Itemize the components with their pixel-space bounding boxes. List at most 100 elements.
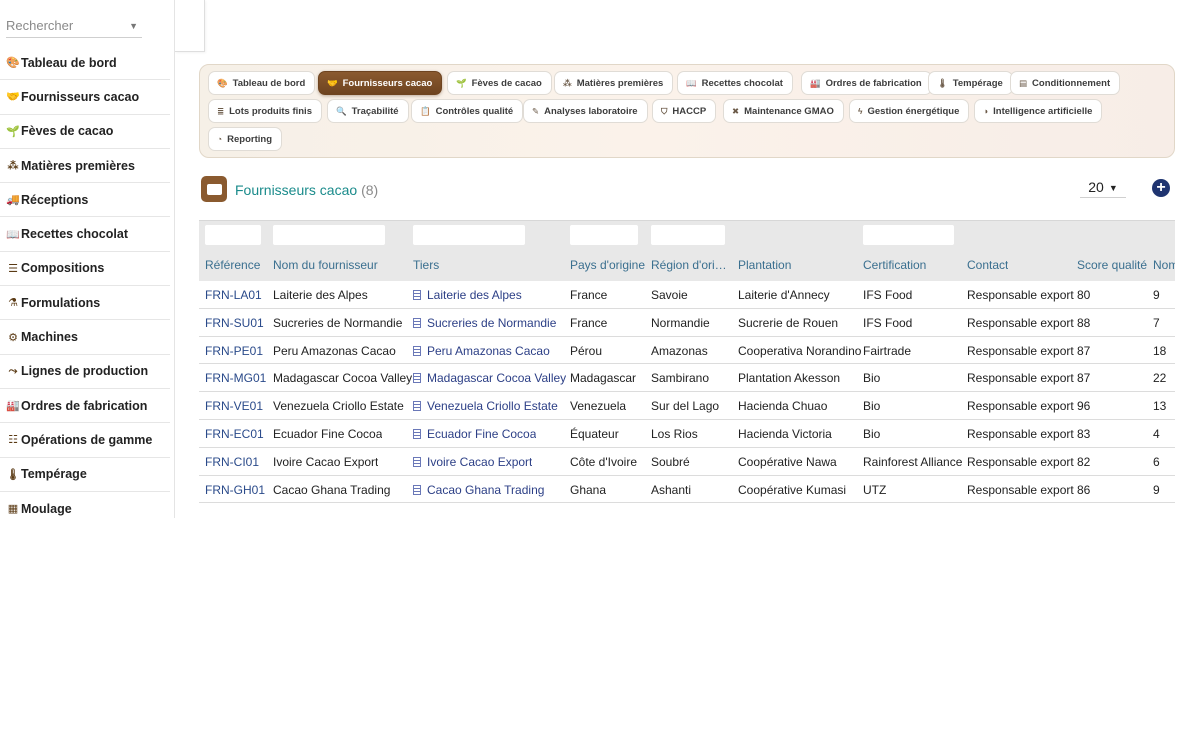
table-row[interactable]: FRN-PE01 Peru Amazonas Cacao Peru Amazonas… (199, 336, 1175, 365)
sidebar-item-receptions[interactable]: 🚚 Réceptions (0, 183, 170, 218)
table-row[interactable]: FRN-SU01 Sucreries de Normandie Sucreries … (199, 308, 1175, 337)
tiers-link[interactable]: Sucreries de Normandie (413, 316, 556, 330)
sidebar-item-dashboard[interactable]: 🎨 Tableau de bord (0, 46, 170, 81)
building-icon (413, 484, 421, 495)
column-filter-input[interactable] (273, 225, 385, 245)
table-row[interactable]: FRN-VE01 Venezuela Criollo Estate Venezuel… (199, 392, 1175, 420)
column-header[interactable]: Nom du fournisseur (273, 258, 378, 272)
cell-text: 13 (1153, 399, 1167, 414)
column-header[interactable]: Plantation (738, 258, 791, 272)
tiers-link[interactable]: Ecuador Fine Cocoa (413, 427, 536, 441)
tab-lab-analyses[interactable]: ✎ Analyses laboratoire (523, 99, 648, 123)
sidebar-item-routing-operations[interactable]: ☷ Opérations de gamme (0, 423, 170, 458)
tab-icon: ϟ (858, 106, 863, 116)
flask-icon: ⚗ (8, 297, 18, 310)
tab-cocoa-beans[interactable]: 🌱 Fèves de cacao (447, 71, 552, 95)
sidebar-item-machines[interactable]: ⚙ Machines (0, 320, 170, 355)
sidebar-item-label: Réceptions (21, 192, 89, 207)
table-cell: Responsable export (967, 455, 1074, 469)
tab-icon: 🎨 (217, 77, 228, 88)
page-title-text: Fournisseurs cacao (235, 182, 358, 198)
tab-maintenance[interactable]: ✖ Maintenance GMAO (723, 99, 844, 123)
column-header[interactable]: Tiers (413, 258, 439, 272)
column-filter-input[interactable] (863, 225, 954, 245)
cell-text: Venezuela (570, 399, 627, 414)
sidebar-item-compositions[interactable]: ☰ Compositions (0, 252, 170, 287)
column-header[interactable]: Pays d'origine (570, 258, 645, 272)
chevron-down-icon[interactable]: ▼ (129, 14, 138, 38)
tab-haccp[interactable]: ⛉ HACCP (652, 99, 717, 123)
tab-icon: 🤝 (327, 77, 338, 88)
suppliers-table: Référence Nom du fournisseur Tiers Pays d'o… (199, 220, 1175, 503)
tab-packaging[interactable]: ▤ Conditionnement (1010, 71, 1121, 95)
sidebar-item-label: Fournisseurs cacao (21, 89, 140, 104)
tab-ai[interactable]: ◑ Intelligence artificielle (974, 99, 1103, 123)
column-header[interactable]: Nom (1153, 258, 1175, 272)
reference-link[interactable]: FRN-GH01 (205, 483, 265, 497)
tab-production-orders[interactable]: 🏭 Ordres de fabrication (801, 71, 932, 95)
tab-label: Analyses laboratoire (544, 105, 638, 117)
column-filter-input[interactable] (570, 225, 638, 245)
tab-dashboard[interactable]: 🎨 Tableau de bord (208, 71, 316, 95)
reference-link[interactable]: FRN-SU01 (205, 316, 264, 330)
table-row[interactable]: FRN-CI01 Ivoire Cacao Export Ivoire Cacao … (199, 447, 1175, 476)
sidebar-item-raw-materials[interactable]: ⁂ Matières premières (0, 149, 170, 184)
cell-text: Venezuela Criollo Estate (427, 399, 558, 414)
table-row[interactable]: FRN-MG01 Madagascar Cocoa Valley Madagasca… (199, 364, 1175, 393)
reference-link[interactable]: FRN-EC01 (205, 427, 264, 441)
tab-raw-materials[interactable]: ⁂ Matières premières (554, 71, 674, 95)
tab-suppliers[interactable]: 🤝 Fournisseurs cacao (318, 71, 443, 95)
table-cell: 87 (1077, 344, 1090, 358)
column-header[interactable]: Référence (205, 258, 260, 272)
building-icon (413, 429, 421, 439)
column-filter-input[interactable] (413, 225, 525, 245)
sidebar-item-recipes[interactable]: 📖 Recettes chocolat (0, 217, 170, 252)
tab-tempering[interactable]: 🌡 Tempérage (928, 71, 1013, 95)
column-header[interactable]: Certification (863, 258, 926, 272)
sidebar-item-cocoa-beans[interactable]: 🌱 Fèves de cacao (0, 115, 170, 149)
building-icon (413, 345, 421, 356)
tab-finished-lots[interactable]: ≣ Lots produits finis (208, 99, 322, 123)
column-header[interactable]: Contact (967, 258, 1008, 272)
reference-link[interactable]: FRN-PE01 (205, 344, 263, 358)
tab-traceability[interactable]: 🔍 Traçabilité (327, 99, 409, 123)
tiers-link[interactable]: Madagascar Cocoa Valley (413, 371, 566, 385)
column-filter-input[interactable] (651, 225, 725, 245)
tiers-link[interactable]: Venezuela Criollo Estate (413, 399, 558, 413)
cell-text: Ecuador Fine Cocoa (427, 427, 537, 441)
table-row[interactable]: FRN-LA01 Laiterie des Alpes Laiterie des A… (199, 281, 1175, 309)
per-page-select[interactable]: 20 ▼ (1080, 176, 1126, 198)
column-header[interactable]: Région d'ori… (651, 258, 727, 272)
reference-link[interactable]: FRN-CI01 (205, 455, 259, 469)
building-icon (413, 373, 421, 384)
column-filter-input[interactable] (205, 225, 261, 245)
tab-energy[interactable]: ϟ Gestion énergétique (849, 99, 970, 123)
table-row[interactable]: FRN-GH01 Cacao Ghana Trading Cacao Ghana T… (199, 475, 1175, 503)
table-row[interactable]: FRN-EC01 Ecuador Fine Cocoa Ecuador Fine C… (199, 420, 1175, 448)
cell-text: France (570, 288, 608, 302)
sidebar-item-production-orders[interactable]: 🏭 Ordres de fabrication (0, 389, 170, 424)
reference-link[interactable]: FRN-MG01 (205, 371, 266, 385)
sidebar-toggle[interactable] (175, 0, 205, 52)
column-header[interactable]: Score qualité (1077, 258, 1147, 272)
reference-link[interactable]: FRN-VE01 (205, 399, 263, 413)
sidebar-item-production-lines[interactable]: ⤳ Lignes de production (0, 355, 170, 389)
tiers-link[interactable]: Laiterie des Alpes (413, 288, 522, 302)
tiers-link[interactable]: Cacao Ghana Trading (413, 483, 544, 497)
list-icon (201, 176, 227, 202)
tab-reporting[interactable]: ◔ Reporting (208, 127, 282, 151)
sidebar-item-molding[interactable]: ▦ Moulage (0, 492, 170, 518)
tab-quality-controls[interactable]: 📋 Contrôles qualité (411, 99, 524, 123)
sidebar-item-suppliers[interactable]: 🤝 Fournisseurs cacao (0, 80, 170, 115)
tab-recipes[interactable]: 📖 Recettes chocolat (677, 71, 793, 95)
tab-icon: ⛉ (661, 105, 668, 116)
page-title: Fournisseurs cacao (8) (235, 182, 378, 198)
tiers-link[interactable]: Ivoire Cacao Export (413, 455, 532, 469)
reference-link[interactable]: FRN-LA01 (205, 288, 262, 302)
tiers-link[interactable]: Peru Amazonas Cacao (413, 344, 550, 358)
sidebar-item-tempering[interactable]: 🌡 Tempérage (0, 458, 170, 492)
add-record-button[interactable]: + (1152, 179, 1170, 197)
tab-icon: 📖 (686, 77, 697, 88)
sidebar-item-formulations[interactable]: ⚗ Formulations (0, 286, 170, 321)
search-select[interactable]: Rechercher ▼ (6, 14, 142, 38)
